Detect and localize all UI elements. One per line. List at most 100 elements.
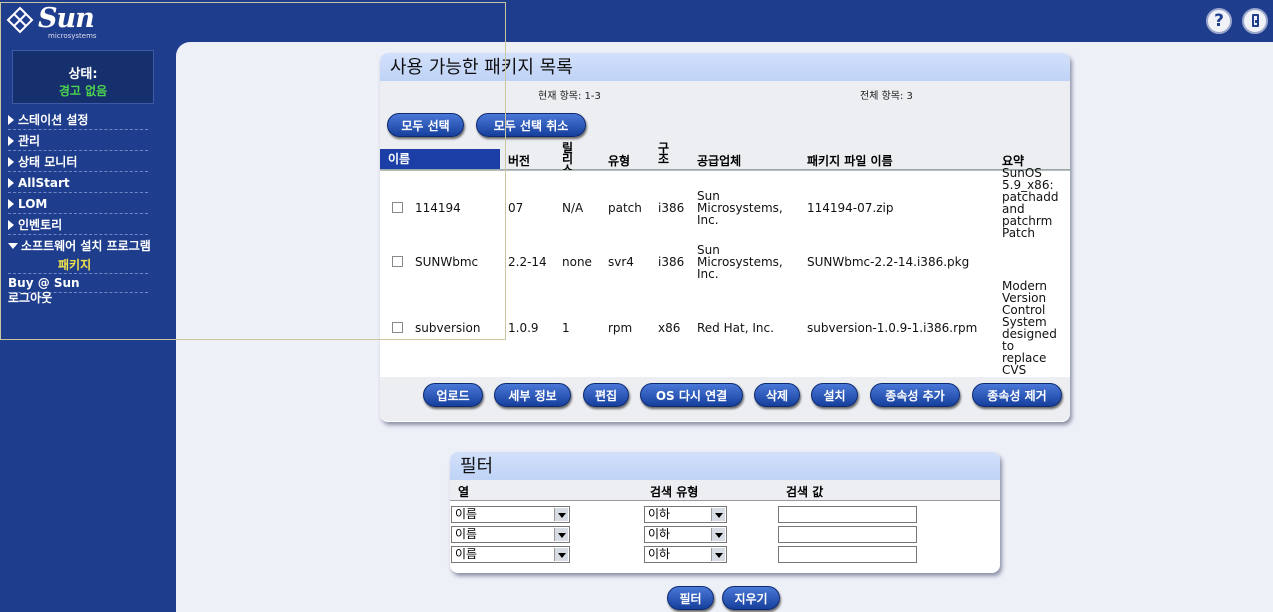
sidebar-item-label: 인벤토리	[18, 218, 63, 232]
chevron-down-icon[interactable]	[554, 508, 568, 521]
row-checkbox[interactable]	[392, 322, 403, 333]
filter-type-header: 검색 유형	[650, 485, 699, 499]
sidebar-item-inventory[interactable]: 인벤토리	[8, 216, 148, 235]
cell-release: none	[562, 255, 592, 269]
os-relink-button[interactable]: OS 다시 연결	[640, 383, 743, 407]
sidebar-item-label: 로그아웃	[8, 291, 53, 305]
panel-title: 사용 가능한 패키지 목록	[380, 53, 1070, 81]
details-button[interactable]: 세부 정보	[494, 383, 571, 407]
cell-name: 114194	[415, 201, 461, 215]
total-items: 전체 항목: 3	[860, 91, 913, 102]
chevron-down-icon[interactable]	[711, 548, 725, 561]
triangle-right-icon	[8, 178, 14, 188]
filter-type-select[interactable]: 이하	[644, 506, 727, 523]
edit-button[interactable]: 편집	[583, 383, 629, 407]
row-checkbox[interactable]	[392, 202, 403, 213]
cell-release: 1	[562, 321, 570, 335]
exit-icon[interactable]	[1242, 8, 1268, 34]
filter-column-select[interactable]: 이름	[451, 526, 570, 543]
deselect-all-button[interactable]: 모두 선택 취소	[476, 113, 586, 137]
remove-dependency-button[interactable]: 종속성 제거	[972, 383, 1062, 407]
sidebar-subitem-packages[interactable]: 패키지	[58, 256, 91, 273]
cell-version: 1.0.9	[508, 321, 539, 335]
cell-vendor: Red Hat, Inc.	[697, 321, 774, 335]
filter-apply-button[interactable]: 필터	[667, 586, 714, 610]
filter-value-input[interactable]	[778, 546, 917, 563]
sidebar: 상태: 경고 없음 스테이션 설정 관리 상태 모니터 AllStart LOM…	[0, 42, 176, 612]
sidebar-item-label: 관리	[18, 134, 41, 148]
filter-type-select[interactable]: 이하	[644, 526, 727, 543]
column-header-arch[interactable]: 구조	[658, 142, 672, 165]
sidebar-item-status-monitor[interactable]: 상태 모니터	[8, 153, 148, 172]
cell-arch: x86	[658, 321, 681, 335]
filter-type-select[interactable]: 이하	[644, 546, 727, 563]
filter-col-header: 열	[458, 485, 470, 499]
filter-column-select[interactable]: 이름	[451, 546, 570, 563]
sun-logo-icon	[6, 6, 34, 34]
sidebar-item-logout[interactable]: 로그아웃	[8, 289, 148, 307]
triangle-right-icon	[8, 115, 14, 125]
cell-version: 07	[508, 201, 524, 215]
status-box: 상태: 경고 없음	[12, 50, 154, 104]
current-items: 현재 항목: 1-3	[538, 91, 601, 102]
help-icon-glyph: ?	[1214, 11, 1224, 31]
chevron-down-icon[interactable]	[711, 528, 725, 541]
cell-name: subversion	[415, 321, 481, 335]
top-bar: Sun microsystems ?	[0, 0, 1273, 42]
column-header-version[interactable]: 버전	[508, 152, 530, 169]
filter-clear-button[interactable]: 지우기	[722, 586, 780, 610]
status-label: 상태:	[68, 67, 98, 82]
sidebar-item-label: LOM	[18, 197, 48, 211]
cell-type: patch	[608, 201, 642, 215]
brand-name: Sun	[38, 3, 95, 34]
select-all-button[interactable]: 모두 선택	[387, 113, 464, 137]
sidebar-item-station-settings[interactable]: 스테이션 설정	[8, 111, 148, 130]
chevron-down-icon[interactable]	[554, 548, 568, 561]
cell-file: 114194-07.zip	[807, 201, 894, 215]
chevron-down-icon[interactable]	[554, 528, 568, 541]
column-header-vendor[interactable]: 공급업체	[697, 152, 741, 169]
row-checkbox[interactable]	[392, 256, 403, 267]
sun-logo: Sun microsystems	[6, 3, 101, 40]
sidebar-item-software-installer[interactable]: 소프트웨어 설치 프로그램	[8, 237, 172, 255]
cell-vendor: Sun Microsystems, Inc.	[697, 243, 783, 281]
sidebar-item-allstart[interactable]: AllStart	[8, 174, 148, 193]
package-table: 114194 07 N/A patch i386 Sun Microsystems…	[380, 166, 1070, 377]
filter-value-input[interactable]	[778, 506, 917, 523]
brand-sub: microsystems	[48, 32, 97, 40]
sidebar-item-lom[interactable]: LOM	[8, 195, 148, 214]
cell-arch: i386	[658, 201, 685, 215]
cell-type: svr4	[608, 255, 634, 269]
filter-panel: 필터 열 검색 유형 검색 값 이름 이하 이름 이하 이름 이하	[450, 452, 1000, 573]
triangle-right-icon	[8, 220, 14, 230]
filter-title: 필터	[450, 452, 1000, 480]
triangle-right-icon	[8, 157, 14, 167]
package-list-panel: 사용 가능한 패키지 목록 현재 항목: 1-3 전체 항목: 3 모두 선택 …	[380, 53, 1070, 422]
cell-file: SUNWbmc-2.2-14.i386.pkg	[807, 255, 970, 269]
cell-release: N/A	[562, 201, 584, 215]
sidebar-item-label: 상태 모니터	[18, 155, 78, 169]
triangle-down-icon	[8, 243, 18, 249]
cell-summary: SunOS 5.9_x86: patchadd and patchrm Patch	[1002, 166, 1059, 240]
add-dependency-button[interactable]: 종속성 추가	[870, 383, 960, 407]
install-button[interactable]: 설치	[811, 383, 858, 407]
column-header-file[interactable]: 패키지 파일 이름	[807, 152, 893, 169]
upload-button[interactable]: 업로드	[423, 383, 483, 407]
cell-file: subversion-1.0.9-1.i386.rpm	[807, 321, 978, 335]
column-header-name[interactable]: 이름	[380, 149, 500, 169]
cell-summary: Modern Version Control System designed to repl…	[1002, 279, 1057, 377]
chevron-down-icon[interactable]	[711, 508, 725, 521]
delete-button[interactable]: 삭제	[754, 383, 800, 407]
cell-type: rpm	[608, 321, 633, 335]
sidebar-item-label: 소프트웨어 설치 프로그램	[21, 239, 151, 253]
triangle-right-icon	[8, 136, 14, 146]
filter-value-header: 검색 값	[786, 485, 824, 499]
filter-column-select[interactable]: 이름	[451, 506, 570, 523]
column-header-type[interactable]: 유형	[608, 152, 630, 169]
help-icon[interactable]: ?	[1206, 8, 1232, 34]
table-header: 이름 버전 릴리스 유형 구조 공급업체 패키지 파일 이름 요약	[380, 142, 1070, 176]
sidebar-item-admin[interactable]: 관리	[8, 132, 148, 151]
cell-name: SUNWbmc	[415, 255, 479, 269]
triangle-right-icon	[8, 199, 14, 209]
filter-value-input[interactable]	[778, 526, 917, 543]
